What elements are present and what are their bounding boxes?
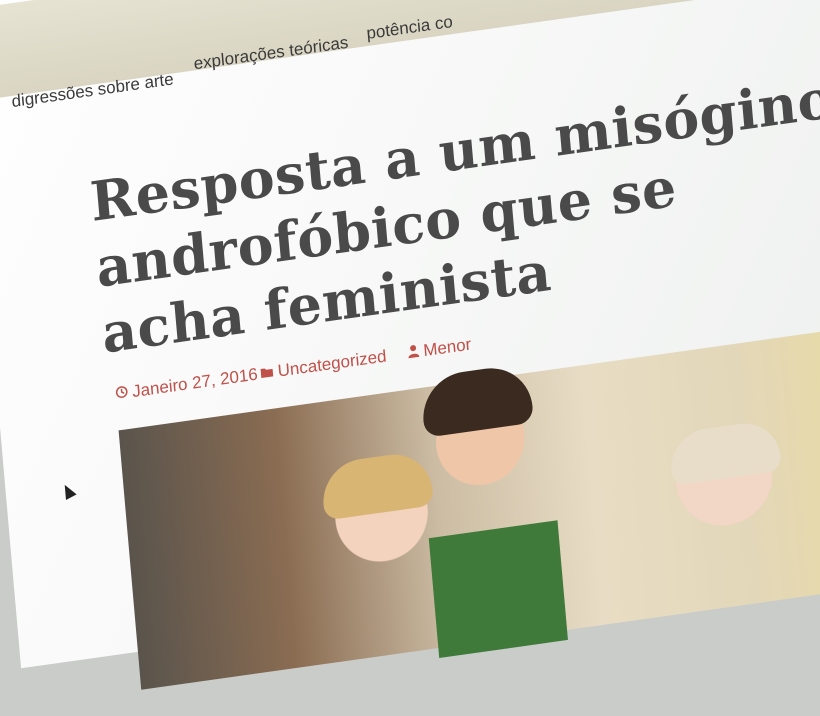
- user-icon: [407, 342, 421, 364]
- post-title: Resposta a um misógino androfóbico que s…: [88, 63, 820, 366]
- post-date[interactable]: Janeiro 27, 2016: [115, 365, 259, 405]
- folder-icon: [259, 362, 275, 384]
- post-author[interactable]: Menor: [407, 335, 472, 364]
- post-category-text: Uncategorized: [276, 346, 388, 381]
- browser-page: digressões sobre arte explorações teóric…: [0, 0, 820, 690]
- nav-item-digressoes[interactable]: digressões sobre arte: [11, 69, 175, 112]
- child-left-hair: [320, 449, 434, 521]
- post-author-text: Menor: [422, 334, 472, 361]
- nav-item-potencia[interactable]: potência co: [366, 12, 454, 44]
- child-right-hair: [668, 418, 782, 486]
- post-date-text: Janeiro 27, 2016: [131, 364, 259, 402]
- nav-item-exploracoes[interactable]: explorações teóricas: [193, 33, 349, 75]
- man-shirt: [428, 520, 568, 659]
- man-hair: [419, 362, 534, 438]
- post-category[interactable]: Uncategorized: [259, 346, 387, 384]
- clock-icon: [115, 383, 130, 405]
